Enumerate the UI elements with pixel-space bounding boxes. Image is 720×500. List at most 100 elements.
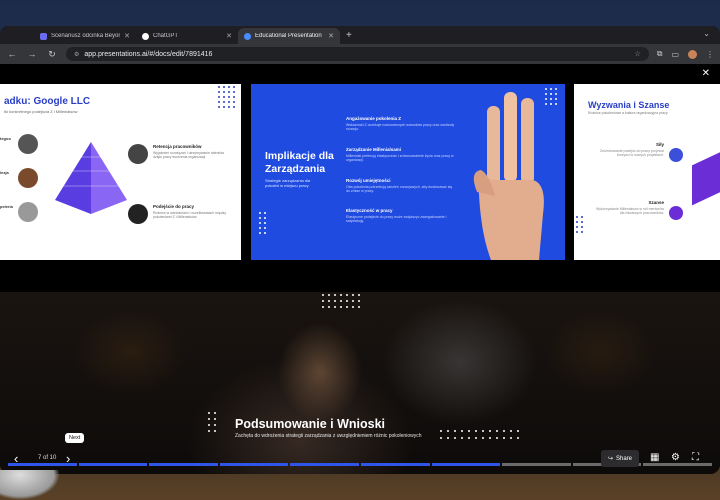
phone-call-photo: [0, 292, 720, 474]
presentation-viewer: ✕ adku: Google LLC tki konkretnego podej…: [0, 64, 720, 474]
slide-title: Implikacje dla Zarządzania: [265, 150, 334, 175]
close-tab-icon[interactable]: ✕: [124, 32, 130, 40]
slide-item: Zarządzanie Millenialsami Millenialsi pr…: [346, 147, 456, 162]
decorative-dots: [208, 412, 216, 432]
close-tab-icon[interactable]: ✕: [328, 32, 334, 40]
tab-chatgpt[interactable]: ChatGPT ✕: [136, 28, 238, 44]
item-text: Różnice w wartościach i oczekiwaniach mi…: [153, 211, 227, 219]
address-bar[interactable]: ⚙ app.presentations.ai/#/docs/edit/78914…: [66, 47, 649, 61]
extensions-icon[interactable]: ⧉: [657, 49, 663, 59]
tab-title: Educational Presentation: [255, 33, 322, 39]
share-icon: ↪: [607, 456, 613, 462]
tab-scenariusz[interactable]: Scenariusz odcinka Beyond ✕: [34, 28, 136, 44]
item-text: Zróżnicowanie podejść do pracy przynosi …: [599, 149, 664, 157]
url-text: app.presentations.ai/#/docs/edit/7891416: [84, 50, 213, 58]
sidebar-icon[interactable]: ▭: [671, 50, 679, 59]
bookmark-star-icon[interactable]: ☆: [634, 50, 640, 58]
site-info-icon[interactable]: ⚙: [74, 51, 79, 58]
forward-icon[interactable]: →: [26, 49, 38, 59]
item-text: Wykorzystanie Millenialsów w roli mentor…: [595, 207, 664, 215]
item-text: Oba pokolenia potrzebują szkoleń rozwojo…: [346, 185, 453, 193]
close-icon[interactable]: ✕: [702, 68, 710, 79]
new-tab-button[interactable]: +: [340, 28, 358, 44]
close-tab-icon[interactable]: ✕: [226, 32, 232, 40]
slide-item: Szanse Wykorzystanie Millenialsów w roli…: [592, 200, 664, 215]
slide-subtitle: tki konkretnego podejścia Z i Millenials…: [4, 109, 78, 114]
docs-favicon-icon: [40, 32, 47, 40]
item-heading: Podejście do pracy: [153, 204, 195, 209]
profile-avatar[interactable]: [688, 49, 697, 59]
tab-title: ChatGPT: [153, 33, 179, 39]
progress-segment[interactable]: [360, 463, 430, 466]
back-icon[interactable]: ←: [6, 49, 18, 59]
photo-circle: [18, 168, 38, 188]
fullscreen-icon[interactable]: ⛶: [692, 452, 699, 463]
progress-segment[interactable]: [219, 463, 289, 466]
previous-slide-icon[interactable]: ‹: [14, 451, 18, 466]
item-heading: Szanse: [648, 200, 664, 205]
slide-thumbnail-8[interactable]: Wyzwania i Szanse Różnice pokoleniowe a …: [574, 84, 720, 260]
side-label: tegoo: [0, 136, 11, 141]
side-label: iezja: [0, 170, 9, 175]
photo-circle: [128, 144, 148, 164]
progress-segment[interactable]: [290, 463, 359, 466]
chatgpt-favicon-icon: [142, 32, 149, 40]
slide-title: Podsumowanie i Wnioski: [235, 417, 386, 431]
badge-icon: [669, 148, 683, 162]
photo-circle: [128, 204, 148, 224]
share-label: Share: [616, 455, 633, 462]
progress-segment[interactable]: [502, 463, 571, 466]
slide-item: Siły Zróżnicowanie podejść do pracy przy…: [592, 142, 664, 157]
item-heading: Zarządzanie Millenialsami: [346, 147, 402, 152]
item-heading: Elastyczność w pracy: [346, 208, 393, 213]
browser-toolbar: ← → ↻ ⚙ app.presentations.ai/#/docs/edit…: [0, 44, 720, 64]
slide-title: Wyzwania i Szanse: [588, 100, 670, 110]
share-button[interactable]: ↪ Share: [601, 450, 639, 467]
photo-circle: [18, 134, 38, 154]
progress-segment[interactable]: [78, 463, 148, 466]
settings-gear-icon[interactable]: ⚙: [671, 452, 680, 463]
decorative-dots: [259, 212, 266, 234]
menu-icon[interactable]: ⋮: [706, 50, 714, 59]
item-heading: Rozwój umiejętności: [346, 178, 391, 183]
slide-item: Angażowanie pokolenia Z Wskazówki Z ocze…: [346, 116, 456, 131]
decorative-dots: [545, 88, 557, 105]
item-text: Millenialsi preferują elastyczność i zró…: [346, 154, 454, 162]
progress-segment[interactable]: [643, 463, 712, 466]
item-heading: Siły: [655, 142, 664, 147]
tab-search-icon[interactable]: ⌄: [703, 29, 710, 38]
current-slide: Podsumowanie i Wnioski Zachęta do wdroże…: [0, 292, 720, 474]
pyramid-graphic: [55, 142, 127, 214]
slide-title: adku: Google LLC: [4, 96, 91, 107]
progress-segment[interactable]: [149, 463, 218, 466]
item-heading: Retencja pracowników: [153, 144, 202, 149]
photo-circle: [18, 202, 38, 222]
slide-thumbnail-7[interactable]: Implikacje dla Zarządzania Strategie zar…: [251, 84, 565, 260]
item-text: Wskazówki Z oczekuje nowoczesnych warunk…: [346, 123, 455, 131]
slide-counter: 7 of 10: [38, 455, 57, 461]
item-text: Wyjaśnień rozwiązań i utrzymywanie talen…: [153, 151, 224, 159]
slide-thumbnail-6[interactable]: adku: Google LLC tki konkretnego podejśc…: [0, 84, 241, 260]
slide-item: Rozwój umiejętności Oba pokolenia potrze…: [346, 178, 456, 193]
tab-educational-presentation[interactable]: Educational Presentation ✕: [238, 28, 340, 44]
item-text: Elastyczne podejście do pracy może zwięk…: [346, 215, 447, 223]
hand-gesture-image: [473, 92, 544, 260]
item-heading: Angażowanie pokolenia Z: [346, 116, 402, 121]
decorative-dots: [322, 294, 360, 308]
slide-item: Elastyczność w pracy Elastyczne podejści…: [346, 208, 456, 223]
progress-segment[interactable]: [431, 463, 501, 466]
tab-strip: Scenariusz odcinka Beyond ✕ ChatGPT ✕ Ed…: [0, 26, 720, 44]
side-label: peleria: [0, 204, 13, 209]
grid-view-icon[interactable]: ▦: [650, 452, 659, 463]
reload-icon[interactable]: ↻: [46, 49, 58, 60]
decorative-dots: [576, 216, 583, 233]
decorative-dots: [440, 430, 519, 439]
slide-subtitle: Zachęta do wdrożenia strategii zarządzan…: [235, 433, 422, 439]
coffee-cup-background: [0, 470, 60, 500]
browser-window: Scenariusz odcinka Beyond ✕ ChatGPT ✕ Ed…: [0, 26, 720, 474]
decorative-cube: [692, 146, 720, 206]
next-slide-icon[interactable]: ›: [66, 451, 70, 466]
badge-icon: [669, 206, 683, 220]
slide-subtitle: Różnice pokoleniowe a kultura organizacy…: [588, 111, 668, 115]
slide-subtitle: Strategie zarządzania dla pokoleń w miej…: [265, 178, 311, 188]
